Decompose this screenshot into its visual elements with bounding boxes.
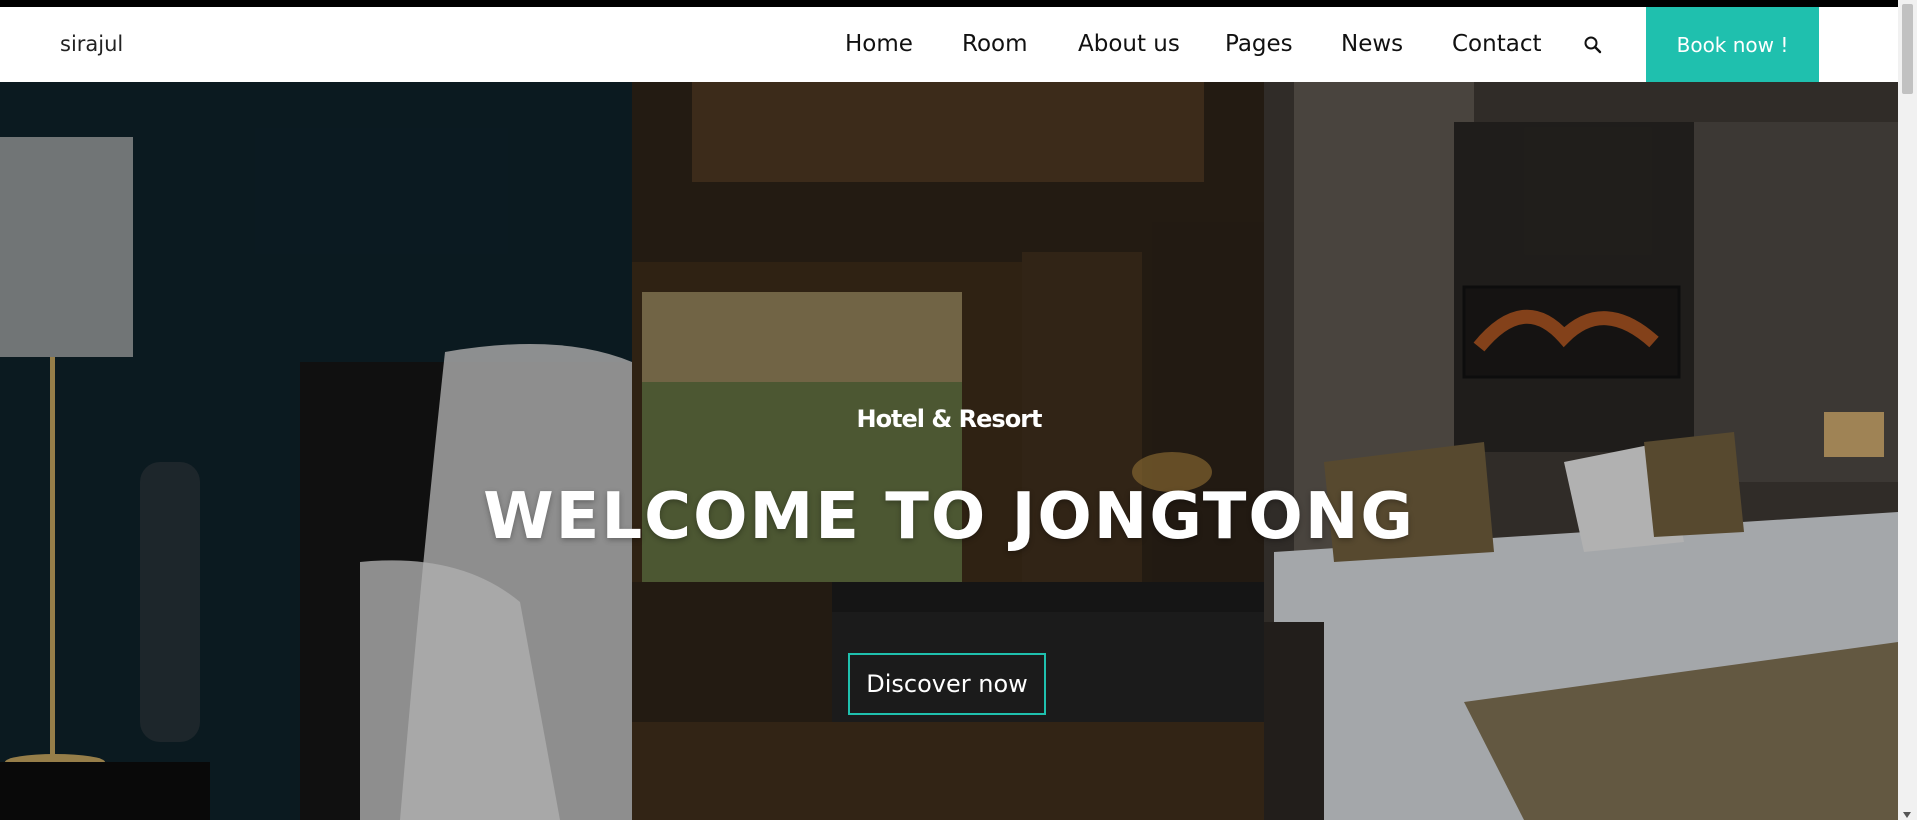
nav-news[interactable]: News <box>1341 7 1403 82</box>
nav-about-us[interactable]: About us <box>1078 7 1180 82</box>
search-icon[interactable] <box>1582 34 1604 56</box>
nav-home[interactable]: Home <box>845 7 913 82</box>
scrollbar-thumb[interactable] <box>1902 4 1913 94</box>
site-header: sirajul Home Room About us Pages News Co… <box>0 7 1898 82</box>
nav-pages[interactable]: Pages <box>1225 7 1293 82</box>
nav-contact[interactable]: Contact <box>1452 7 1541 82</box>
hero-eyebrow: Hotel & Resort <box>856 405 1042 433</box>
page-scrollbar[interactable] <box>1898 0 1917 820</box>
scroll-down-arrow-icon[interactable] <box>1903 812 1911 818</box>
top-bar <box>0 0 1898 7</box>
nav-room[interactable]: Room <box>962 7 1028 82</box>
book-now-button[interactable]: Book now ! <box>1646 7 1819 82</box>
hero-image-hotel-bed <box>1264 82 1898 820</box>
brand-logo[interactable]: sirajul <box>60 7 123 82</box>
discover-now-button[interactable]: Discover now <box>848 653 1046 715</box>
hero-image-bedroom-lamp <box>0 82 632 820</box>
hero-title: WELCOME TO JONGTONG <box>483 480 1415 554</box>
hero-slider: Hotel & Resort WELCOME TO JONGTONG Disco… <box>0 82 1898 820</box>
